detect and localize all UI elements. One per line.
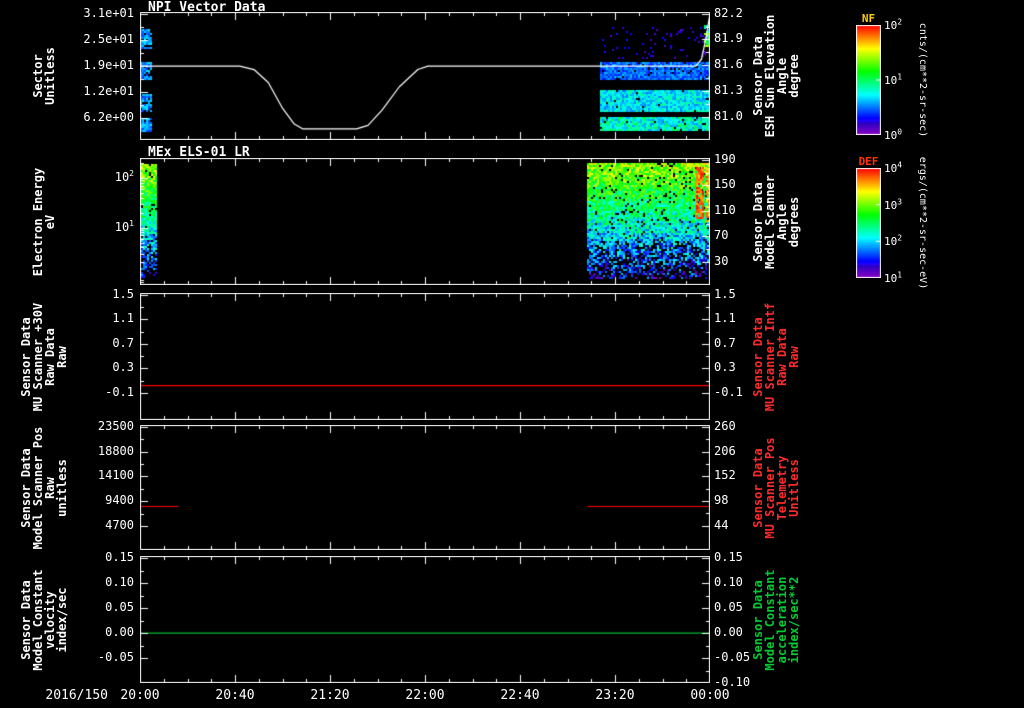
y-tick-label-right: 260: [714, 418, 736, 433]
y-tick-label-right: 190: [714, 151, 736, 166]
colorbar-tick-label: 101: [884, 270, 903, 285]
panel-2-right-axis-label: Sensor Data Model Scanner Angle degrees: [751, 174, 801, 269]
y-tick-label-right: 81.3: [714, 83, 743, 98]
y-tick-label-right: 1.1: [714, 311, 736, 326]
x-tick-label: 20:00: [120, 688, 160, 703]
panel-4-left-axis-label: Sensor Data Model Scanner Pos Raw unitle…: [19, 426, 69, 549]
x-tick-label: 22:00: [405, 688, 445, 703]
y-tick-label-right: 1.5: [714, 286, 736, 301]
x-tick-label: 21:20: [310, 688, 350, 703]
date-label: 2016/150: [45, 688, 108, 703]
colorbar-units-label: cnts/(cm**2-sr-sec): [917, 22, 928, 138]
y-tick-label-right: 152: [714, 468, 736, 483]
y-tick-label-left: 0.15: [105, 550, 134, 565]
y-tick-label-right: 30: [714, 254, 729, 269]
y-tick-label-right: 70: [714, 228, 729, 243]
panel-3-right-axis-label: Sensor Data MU Scanner Intf Raw Data Raw: [751, 302, 801, 411]
y-tick-label-right: -0.05: [714, 650, 751, 665]
colorbar-name: NF: [861, 12, 876, 25]
y-tick-label-left: 1.9e+01: [83, 58, 134, 73]
colorbar-tick-label: 100: [884, 127, 903, 142]
y-tick-label-right: 206: [714, 443, 736, 458]
panel-4-line-plot: [140, 425, 710, 550]
panel-3-line-plot: [140, 293, 710, 420]
y-tick-label-left: 2.5e+01: [83, 32, 134, 47]
colorbar-tick-label: 101: [884, 72, 903, 87]
panel-2-spectrogram: [140, 158, 710, 285]
colorbar-units-label: ergs/(cm**2-sr-sec-eV): [917, 156, 928, 290]
x-tick-label: 22:40: [500, 688, 540, 703]
y-tick-label-right: 81.9: [714, 31, 743, 46]
y-tick-label-right: 0.15: [714, 550, 743, 565]
y-tick-label-right: 110: [714, 202, 736, 217]
x-tick-label: 00:00: [690, 688, 730, 703]
y-tick-label-right: 44: [714, 517, 729, 532]
y-tick-label-right: 0.10: [714, 575, 743, 590]
y-tick-label-left: 1.5: [112, 286, 134, 301]
panel-2-left-axis-label: Electron Energy eV: [31, 167, 57, 276]
colorbar-tick-label: 103: [884, 197, 903, 212]
y-tick-label-right: 150: [714, 177, 736, 192]
y-tick-label-left: 101: [114, 218, 134, 234]
x-tick-label: 23:20: [595, 688, 635, 703]
colorbar-tick-label: 104: [884, 160, 903, 175]
y-tick-label-right: -0.1: [714, 385, 743, 399]
panel-1-left-axis-label: Sector Unitless: [31, 47, 57, 105]
panel-4-right-axis-label: Sensor Data MU Scanner Pos Telemetry Uni…: [751, 436, 801, 539]
nf-colorbar: [856, 25, 881, 135]
y-tick-label-right: 82.2: [714, 5, 743, 20]
panel-5-left-axis-label: Sensor Data Model Constant velocity inde…: [19, 568, 69, 671]
y-tick-label-right: 0.00: [714, 625, 743, 640]
panel-5-line-plot: [140, 556, 710, 683]
x-tick-label: 20:40: [215, 688, 255, 703]
colorbar-tick-label: 102: [884, 233, 903, 249]
y-tick-label-right: 98: [714, 493, 729, 507]
colorbar-tick-label: 102: [884, 17, 903, 32]
tplot-window: NPI Vector Data MEx ELS-01 LR 3.1e+01 2.5…: [0, 0, 1024, 708]
y-tick-label-right: 0.05: [714, 600, 743, 615]
y-tick-label-right: 0.7: [714, 335, 736, 350]
panel-3-left-axis-label: Sensor Data MU Scanner +30V Raw Data Raw: [19, 302, 69, 411]
colorbar-name: DEF: [858, 155, 879, 168]
y-tick-label-right: 81.0: [714, 108, 743, 123]
y-tick-label-left: 6.2e+00: [83, 110, 134, 125]
panel-5-right-axis-label: Sensor Data Model Constant acceleration …: [751, 568, 801, 671]
panel-1-right-axis-label: Sensor Data ESH Sun Elevation Angle degr…: [751, 14, 801, 138]
panel-1-spectrogram: [140, 12, 710, 140]
def-colorbar: [856, 168, 881, 278]
y-tick-label-right: 81.6: [714, 57, 743, 72]
y-tick-label-right: 0.3: [714, 360, 736, 375]
y-tick-label-left: 102: [114, 168, 134, 184]
y-tick-label-left: 3.1e+01: [83, 6, 134, 21]
y-tick-label-left: 1.2e+01: [83, 84, 134, 99]
